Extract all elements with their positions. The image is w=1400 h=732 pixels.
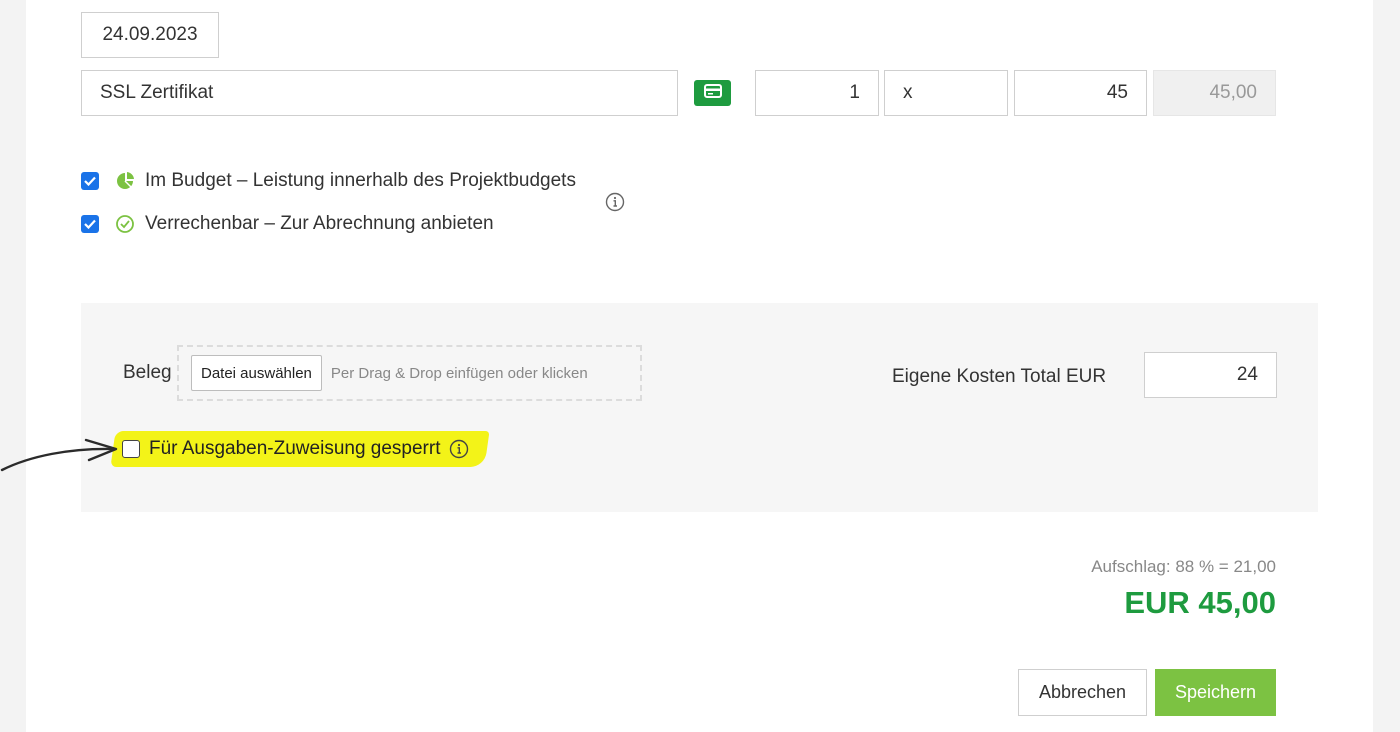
billable-label: Verrechenbar – Zur Abrechnung anbieten	[145, 213, 494, 234]
grand-total: EUR 45,00	[1124, 585, 1276, 620]
payment-card-button[interactable]	[694, 80, 731, 106]
title-input[interactable]: SSL Zertifikat	[81, 70, 678, 116]
quantity-value: 1	[849, 82, 860, 103]
lock-label: Für Ausgaben-Zuweisung gesperrt	[149, 438, 441, 459]
billable-option[interactable]: Verrechenbar – Zur Abrechnung anbieten	[81, 213, 494, 235]
line-total-value: 45,00	[1209, 82, 1257, 103]
title-value: SSL Zertifikat	[100, 82, 214, 103]
cancel-button[interactable]: Abbrechen	[1018, 669, 1147, 716]
own-costs-input[interactable]: 24	[1144, 352, 1277, 398]
info-icon[interactable]	[605, 192, 625, 212]
own-costs-label: Eigene Kosten Total EUR	[892, 366, 1107, 387]
budget-option[interactable]: Im Budget – Leistung innerhalb des Proje…	[81, 170, 576, 192]
lock-option[interactable]: Für Ausgaben-Zuweisung gesperrt	[122, 438, 469, 460]
multiplier-field[interactable]: x	[884, 70, 1008, 116]
budget-label: Im Budget – Leistung innerhalb des Proje…	[145, 170, 576, 191]
date-value: 24.09.2023	[102, 24, 198, 45]
budget-checkbox[interactable]	[81, 172, 99, 190]
surcharge-text: Aufschlag: 88 % = 21,00	[1091, 557, 1276, 576]
date-input[interactable]: 24.09.2023	[81, 12, 219, 58]
check-circle-icon	[115, 214, 135, 234]
receipt-section	[81, 303, 1318, 512]
pie-chart-icon	[115, 171, 135, 191]
drop-hint: Per Drag & Drop einfügen oder klicken	[330, 364, 588, 382]
own-costs-value: 24	[1236, 364, 1258, 385]
info-icon[interactable]	[449, 439, 469, 459]
multiplier-value: x	[903, 82, 913, 103]
save-button[interactable]: Speichern	[1155, 669, 1276, 716]
billable-checkbox[interactable]	[81, 215, 99, 233]
arrow-annotation	[0, 432, 125, 482]
quantity-input[interactable]: 1	[755, 70, 879, 116]
line-total-field: 45,00	[1153, 70, 1276, 116]
receipt-label: Beleg	[123, 362, 172, 383]
credit-card-icon	[703, 83, 722, 103]
file-dropzone[interactable]: Datei auswählen Per Drag & Drop einfügen…	[177, 345, 642, 401]
unit-price-value: 45	[1106, 82, 1128, 103]
unit-price-input[interactable]: 45	[1014, 70, 1147, 116]
choose-file-button[interactable]: Datei auswählen	[191, 355, 322, 391]
lock-checkbox[interactable]	[122, 440, 140, 458]
